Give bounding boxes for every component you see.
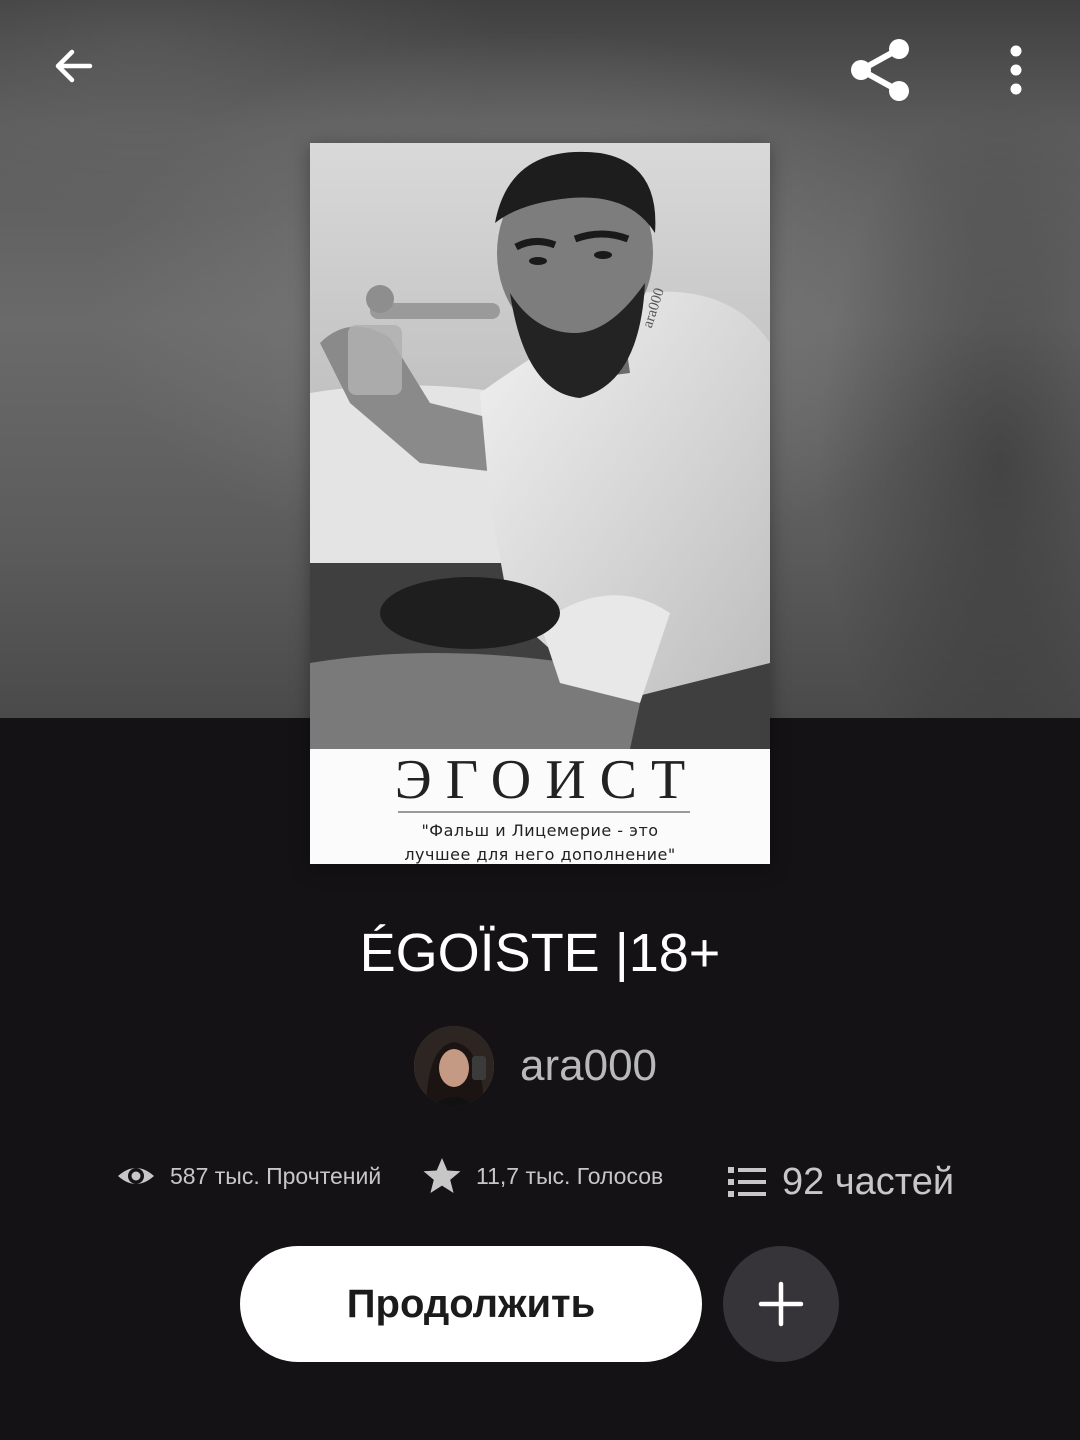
more-vertical-icon xyxy=(1010,45,1022,95)
more-options-button[interactable] xyxy=(988,34,1044,106)
plus-icon xyxy=(758,1281,804,1327)
arrow-left-icon xyxy=(55,49,93,83)
back-button[interactable] xyxy=(38,30,110,102)
parts-stat[interactable]: 92 частей xyxy=(728,1156,954,1208)
author-name[interactable]: ara000 xyxy=(520,1026,657,1106)
cover-divider xyxy=(398,811,690,813)
star-icon xyxy=(423,1158,461,1193)
cover-title: ЭГОИСТ xyxy=(394,749,700,811)
cover-tagline-line-2: лучшее для него дополнение" xyxy=(404,845,676,864)
add-to-library-button[interactable] xyxy=(723,1246,839,1362)
author-link[interactable]: ara000 xyxy=(414,1026,657,1106)
story-details-screen: ara000 ЭГОИСТ "Фальш и Лицемерие - это л… xyxy=(0,0,1080,1440)
story-title: ÉGOÏSTE |18+ xyxy=(359,923,721,983)
author-avatar[interactable] xyxy=(414,1026,494,1106)
continue-reading-button[interactable]: Продолжить xyxy=(240,1246,702,1362)
avatar-image xyxy=(414,1026,494,1106)
book-cover[interactable]: ara000 ЭГОИСТ "Фальш и Лицемерие - это л… xyxy=(310,143,770,864)
reads-stat: 587 тыс. Прочтений xyxy=(116,1152,381,1200)
parts-count[interactable]: 92 частей xyxy=(782,1161,954,1204)
list-icon xyxy=(728,1167,766,1197)
votes-count: 11,7 тыс. Голосов xyxy=(476,1162,664,1189)
cover-tagline-line-1: "Фальш и Лицемерие - это xyxy=(421,821,659,840)
cover-tagline: "Фальш и Лицемерие - это лучшее для него… xyxy=(310,819,770,864)
eye-icon xyxy=(118,1168,154,1184)
reads-count: 587 тыс. Прочтений xyxy=(170,1162,382,1189)
cover-title-band: ЭГОИСТ "Фальш и Лицемерие - это лучшее д… xyxy=(310,749,770,864)
votes-stat: 11,7 тыс. Голосов xyxy=(422,1152,663,1200)
cover-photo xyxy=(310,143,770,749)
share-icon xyxy=(851,39,909,101)
share-button[interactable] xyxy=(842,32,918,108)
